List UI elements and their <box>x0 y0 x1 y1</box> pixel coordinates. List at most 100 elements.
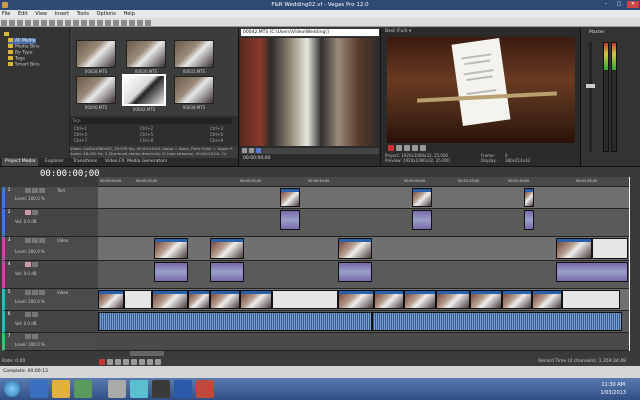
auto-crossfade-icon[interactable] <box>89 19 95 26</box>
go-to-end-icon[interactable] <box>155 359 161 365</box>
track-header-audio[interactable]: 6 Vol: 0.0 dB <box>2 311 98 333</box>
app-icon[interactable] <box>196 380 214 398</box>
mute-icon[interactable] <box>25 210 31 215</box>
track-lane-video[interactable] <box>98 237 630 261</box>
timeline-clip[interactable] <box>502 290 532 309</box>
play-icon[interactable] <box>242 148 247 153</box>
timeline-audio-clip[interactable] <box>524 210 534 230</box>
timeline-audio-clip[interactable] <box>154 262 188 282</box>
timeline-audio-clip[interactable] <box>412 210 432 230</box>
media-thumb[interactable] <box>174 76 214 104</box>
app-icon[interactable] <box>108 380 126 398</box>
redo-icon[interactable] <box>73 19 79 26</box>
track-header-audio[interactable]: 4 Vol: 0.0 dB <box>2 261 98 289</box>
solo-icon[interactable] <box>32 312 38 317</box>
track-lane-audio[interactable] <box>98 261 630 289</box>
play-from-start-icon[interactable] <box>115 359 121 365</box>
render-icon[interactable] <box>33 19 39 26</box>
timeline-clip[interactable] <box>338 290 374 309</box>
tab-project-media[interactable]: Project Media <box>2 158 39 166</box>
timeline-audio-clip[interactable] <box>98 312 372 331</box>
tree-item-media-bins[interactable]: Media Bins <box>8 44 39 50</box>
loop-icon[interactable] <box>256 148 261 153</box>
timeline-ruler[interactable]: 00:00:00;00 00:00:15;00 00:00:30;00 00:0… <box>98 177 630 187</box>
timeline-horizontal-scrollbar[interactable] <box>130 351 164 356</box>
system-clock[interactable]: 11:30 AM 1/03/2013 <box>600 381 626 397</box>
timeline-clip[interactable] <box>524 188 534 207</box>
menu-file[interactable]: File <box>2 10 10 18</box>
track-header-audio[interactable]: 2 Vol: 0.0 dB <box>2 209 98 237</box>
tab-explorer[interactable]: Explorer <box>42 158 67 166</box>
timeline-audio-clip[interactable] <box>556 262 628 282</box>
media-thumb[interactable] <box>126 40 166 68</box>
timeline-clip[interactable] <box>412 188 432 207</box>
properties-icon[interactable] <box>25 19 31 26</box>
mute-icon[interactable] <box>25 312 31 317</box>
edit-tool-icon[interactable] <box>113 19 119 26</box>
record-icon[interactable] <box>388 145 394 151</box>
record-icon[interactable] <box>99 359 105 365</box>
timeline-clip[interactable] <box>188 290 210 309</box>
fx-icon[interactable] <box>39 238 45 243</box>
selection-tool-icon[interactable] <box>129 19 135 26</box>
trimmer-scrub-bar[interactable] <box>241 148 379 154</box>
ie-icon[interactable] <box>30 380 48 398</box>
timeline-clip[interactable] <box>592 238 628 259</box>
tree-item-smart-bins[interactable]: Smart Bins <box>8 62 40 68</box>
undo-icon[interactable] <box>65 19 71 26</box>
timeline-clip[interactable] <box>98 290 124 309</box>
play-icon[interactable] <box>123 359 129 365</box>
cut-icon[interactable] <box>41 19 47 26</box>
tree-item-all-media[interactable]: All Media <box>8 38 36 44</box>
mute-icon[interactable] <box>25 290 31 295</box>
start-button-icon[interactable] <box>4 381 20 397</box>
menu-edit[interactable]: Edit <box>18 10 28 18</box>
loop-icon[interactable] <box>396 145 402 151</box>
pause-icon[interactable] <box>131 359 137 365</box>
maximize-button[interactable]: □ <box>613 1 625 8</box>
timeline-clip[interactable] <box>210 238 244 259</box>
track-lane-audio[interactable] <box>98 311 630 333</box>
solo-icon[interactable] <box>32 334 38 339</box>
media-tree-root[interactable] <box>4 32 11 38</box>
close-button[interactable]: ✕ <box>627 1 639 8</box>
minimize-button[interactable]: – <box>600 1 612 8</box>
vegas-taskbar-icon[interactable] <box>152 380 170 398</box>
paste-icon[interactable] <box>57 19 63 26</box>
fx-icon[interactable] <box>39 290 45 295</box>
menu-options[interactable]: Options <box>97 10 116 18</box>
track-lane-video[interactable] <box>98 289 630 311</box>
timeline-clip[interactable] <box>240 290 272 309</box>
solo-icon[interactable] <box>32 210 38 215</box>
mute-icon[interactable] <box>25 262 31 267</box>
solo-icon[interactable] <box>32 290 38 295</box>
loop-icon[interactable] <box>107 359 113 365</box>
timeline-clip[interactable] <box>374 290 404 309</box>
timeline-clip[interactable] <box>470 290 502 309</box>
envelope-tool-icon[interactable] <box>121 19 127 26</box>
media-thumb[interactable] <box>76 76 116 104</box>
preview-quality[interactable]: Best (Full) ▾ <box>385 29 411 34</box>
timeline-audio-clip[interactable] <box>338 262 372 282</box>
snap-icon[interactable] <box>81 19 87 26</box>
help-icon[interactable] <box>145 19 151 26</box>
solo-icon[interactable] <box>32 188 38 193</box>
save-icon[interactable] <box>17 19 23 26</box>
app-icon[interactable] <box>130 380 148 398</box>
stop-icon[interactable] <box>139 359 145 365</box>
stop-icon[interactable] <box>249 148 254 153</box>
timeline-clip[interactable] <box>562 290 620 309</box>
tab-media-generators[interactable]: Media Generators <box>124 158 170 166</box>
trimmer-video-frame[interactable] <box>240 38 380 146</box>
timeline-cursor[interactable] <box>629 177 630 351</box>
fx-icon[interactable] <box>39 188 45 193</box>
menu-tools[interactable]: Tools <box>77 10 89 18</box>
menu-insert[interactable]: Insert <box>55 10 69 18</box>
tags-input[interactable]: Tags <box>72 118 232 124</box>
track-header-video[interactable]: 5 Video Level: 100.0 % <box>2 289 98 311</box>
track-header-text[interactable]: 1 Text Level: 100.0 % <box>2 187 98 209</box>
new-icon[interactable] <box>1 19 7 26</box>
timeline-audio-clip[interactable] <box>280 210 300 230</box>
ripple-icon[interactable] <box>97 19 103 26</box>
timeline-audio-clip[interactable] <box>210 262 244 282</box>
